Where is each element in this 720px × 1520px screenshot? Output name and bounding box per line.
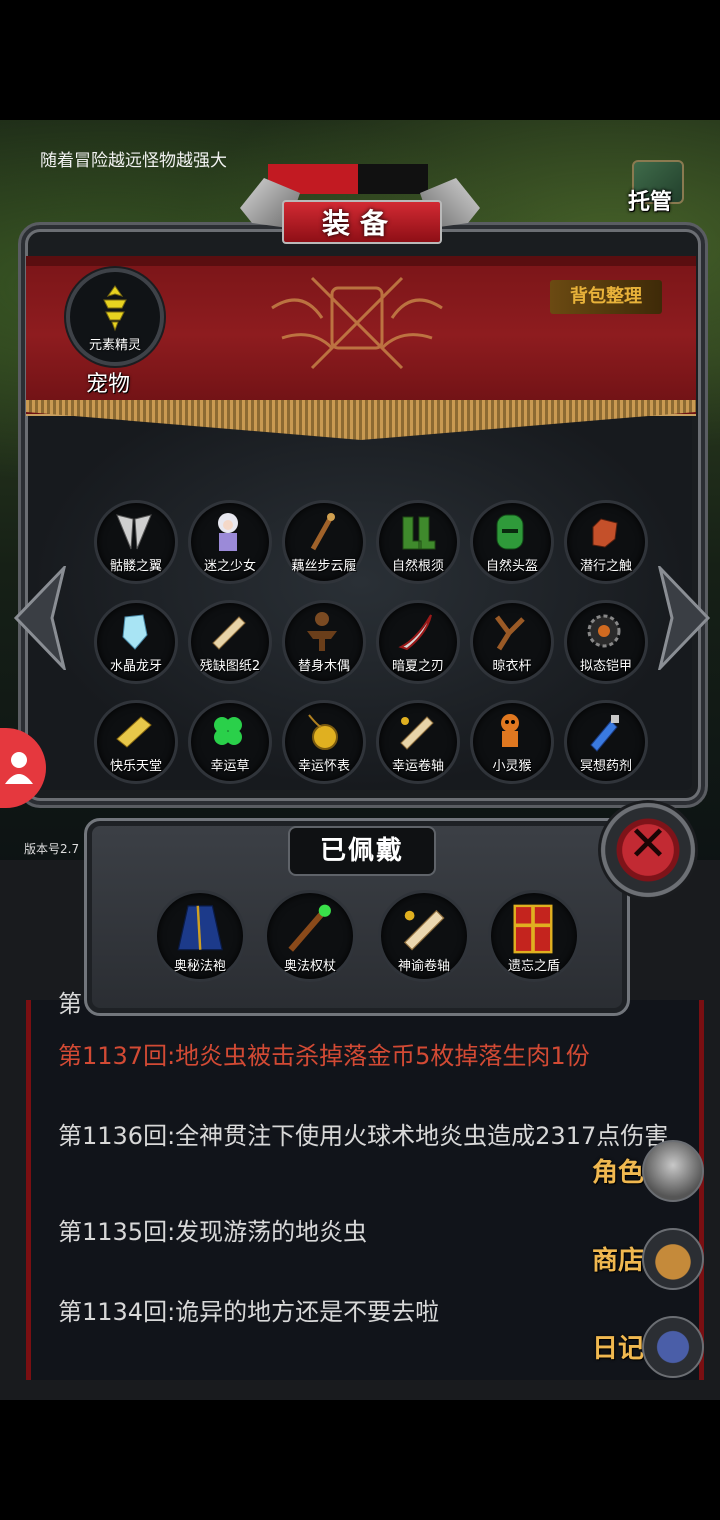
worn-title-plate: 已佩戴: [288, 826, 436, 876]
auto-battle-button[interactable]: 托管: [624, 160, 690, 216]
item-name: 迷之少女: [203, 559, 256, 574]
next-page-arrow-icon[interactable]: [656, 566, 712, 670]
diary-icon: [642, 1316, 704, 1378]
inventory-slot[interactable]: 残缺图纸2: [188, 600, 272, 684]
shop-label: 商店: [592, 1246, 645, 1276]
element-sprite-icon: [103, 285, 127, 332]
top-hint-text: 随着冒险越远怪物越强大: [40, 151, 227, 171]
blade-icon: [398, 614, 432, 651]
panel-title-plate: 装备: [240, 178, 480, 248]
staff-icon: [310, 513, 335, 551]
potion-icon: [590, 715, 619, 752]
inventory-slot[interactable]: 暗夏之刃: [376, 600, 460, 684]
clover-icon: [214, 717, 242, 745]
armor-icon: [587, 614, 621, 648]
inventory-slot[interactable]: 迷之少女: [188, 500, 272, 584]
item-name: 潜行之触: [579, 559, 632, 574]
item-name: 奥法权杖: [283, 959, 336, 974]
log-line: 第1137回:地炎虫被击杀掉落金币5枚掉落生肉1份: [58, 1042, 590, 1070]
item-name: 幸运草: [210, 759, 250, 774]
user-icon: [5, 752, 33, 784]
inventory-slot[interactable]: 冥想药剂: [564, 700, 648, 784]
pet-slot[interactable]: 元素精灵 宠物: [62, 268, 166, 397]
green-boots-icon: [402, 516, 436, 550]
worn-title: 已佩戴: [319, 836, 404, 866]
green-helmet-icon: [496, 514, 524, 550]
inventory-slot[interactable]: 自然头盔: [470, 500, 554, 584]
inventory-slot[interactable]: 幸运卷轴: [376, 700, 460, 784]
worn-slot[interactable]: 遗忘之盾: [488, 890, 580, 982]
pet-label: 宠物: [86, 372, 131, 397]
item-name: 遗忘之盾: [507, 959, 560, 974]
enemy-banner-dark: [358, 164, 428, 194]
item-name: 骷髅之翼: [109, 559, 162, 574]
item-name: 快乐天堂: [109, 759, 162, 774]
close-icon: ✕: [627, 816, 669, 872]
item-name: 冥想药剂: [579, 759, 632, 774]
inventory-slot[interactable]: 藕丝步云履: [282, 500, 366, 584]
beer-mug-icon: [642, 1228, 704, 1290]
glove-icon: [592, 518, 618, 548]
book-icon: [116, 716, 152, 748]
inventory-slot[interactable]: 快乐天堂: [94, 700, 178, 784]
inventory-slot[interactable]: 替身木偶: [282, 600, 366, 684]
item-name: 暗夏之刃: [391, 659, 444, 674]
wood-puppet-icon: [307, 612, 337, 651]
scepter-icon: [288, 904, 331, 952]
item-name: 幸运卷轴: [391, 759, 444, 774]
inventory-slot[interactable]: 水晶龙牙: [94, 600, 178, 684]
crossed-swords-crest-icon: [271, 276, 443, 370]
worn-slot[interactable]: 奥秘法袍: [154, 890, 246, 982]
slingshot-icon: [495, 615, 525, 651]
sort-bag-label: 背包整理: [570, 286, 642, 307]
inventory-slot[interactable]: 拟态铠甲: [564, 600, 648, 684]
scroll-icon: [400, 716, 434, 750]
inventory-slot[interactable]: 自然根须: [376, 500, 460, 584]
inventory-slot[interactable]: 潜行之触: [564, 500, 648, 584]
scroll-icon: [212, 616, 246, 650]
item-name: 小灵猴: [492, 759, 532, 774]
item-name: 幸运怀表: [297, 759, 350, 774]
version-label: 版本号2.7: [24, 842, 80, 856]
monkey-icon: [501, 714, 519, 747]
worn-slot[interactable]: 神谕卷轴: [378, 890, 470, 982]
item-name: 奥秘法袍: [173, 959, 226, 974]
inventory-slot[interactable]: 小灵猴: [470, 700, 554, 784]
robe-icon: [177, 905, 223, 951]
diary-label: 日记: [592, 1334, 645, 1364]
crystal-icon: [122, 614, 148, 650]
item-name: 自然根须: [391, 559, 444, 574]
item-name: 替身木偶: [297, 659, 350, 674]
pocket-watch-icon: [308, 714, 338, 750]
inventory-slot[interactable]: 幸运怀表: [282, 700, 366, 784]
role-button[interactable]: 角色: [592, 1140, 704, 1202]
sort-bag-button[interactable]: 背包整理: [550, 280, 662, 314]
shop-button[interactable]: 商店: [592, 1228, 704, 1290]
item-name: 神谕卷轴: [397, 959, 450, 974]
scroll-icon: [403, 909, 445, 951]
pet-name: 元素精灵: [88, 338, 141, 353]
item-name: 晾衣杆: [492, 659, 532, 674]
inventory-slot[interactable]: 骷髅之翼: [94, 500, 178, 584]
knight-helmet-icon: [642, 1140, 704, 1202]
item-name: 残缺图纸2: [199, 659, 261, 674]
item-name: 拟态铠甲: [579, 659, 632, 674]
diary-button[interactable]: 日记: [592, 1316, 704, 1378]
close-button[interactable]: ✕: [598, 800, 698, 900]
inventory-slot[interactable]: 晾衣杆: [470, 600, 554, 684]
prev-page-arrow-icon[interactable]: [12, 566, 68, 670]
item-name: 自然头盔: [485, 559, 538, 574]
girl-icon: [218, 513, 238, 551]
role-label: 角色: [592, 1158, 645, 1188]
panel-title: 装备: [321, 207, 398, 240]
worn-slot[interactable]: 奥法权杖: [264, 890, 356, 982]
item-name: 水晶龙牙: [109, 659, 162, 674]
bone-wings-icon: [116, 514, 152, 550]
inventory-slot[interactable]: 幸运草: [188, 700, 272, 784]
auto-battle-label: 托管: [628, 190, 673, 215]
item-name: 藕丝步云履: [291, 559, 357, 574]
shield-icon: [513, 904, 553, 954]
